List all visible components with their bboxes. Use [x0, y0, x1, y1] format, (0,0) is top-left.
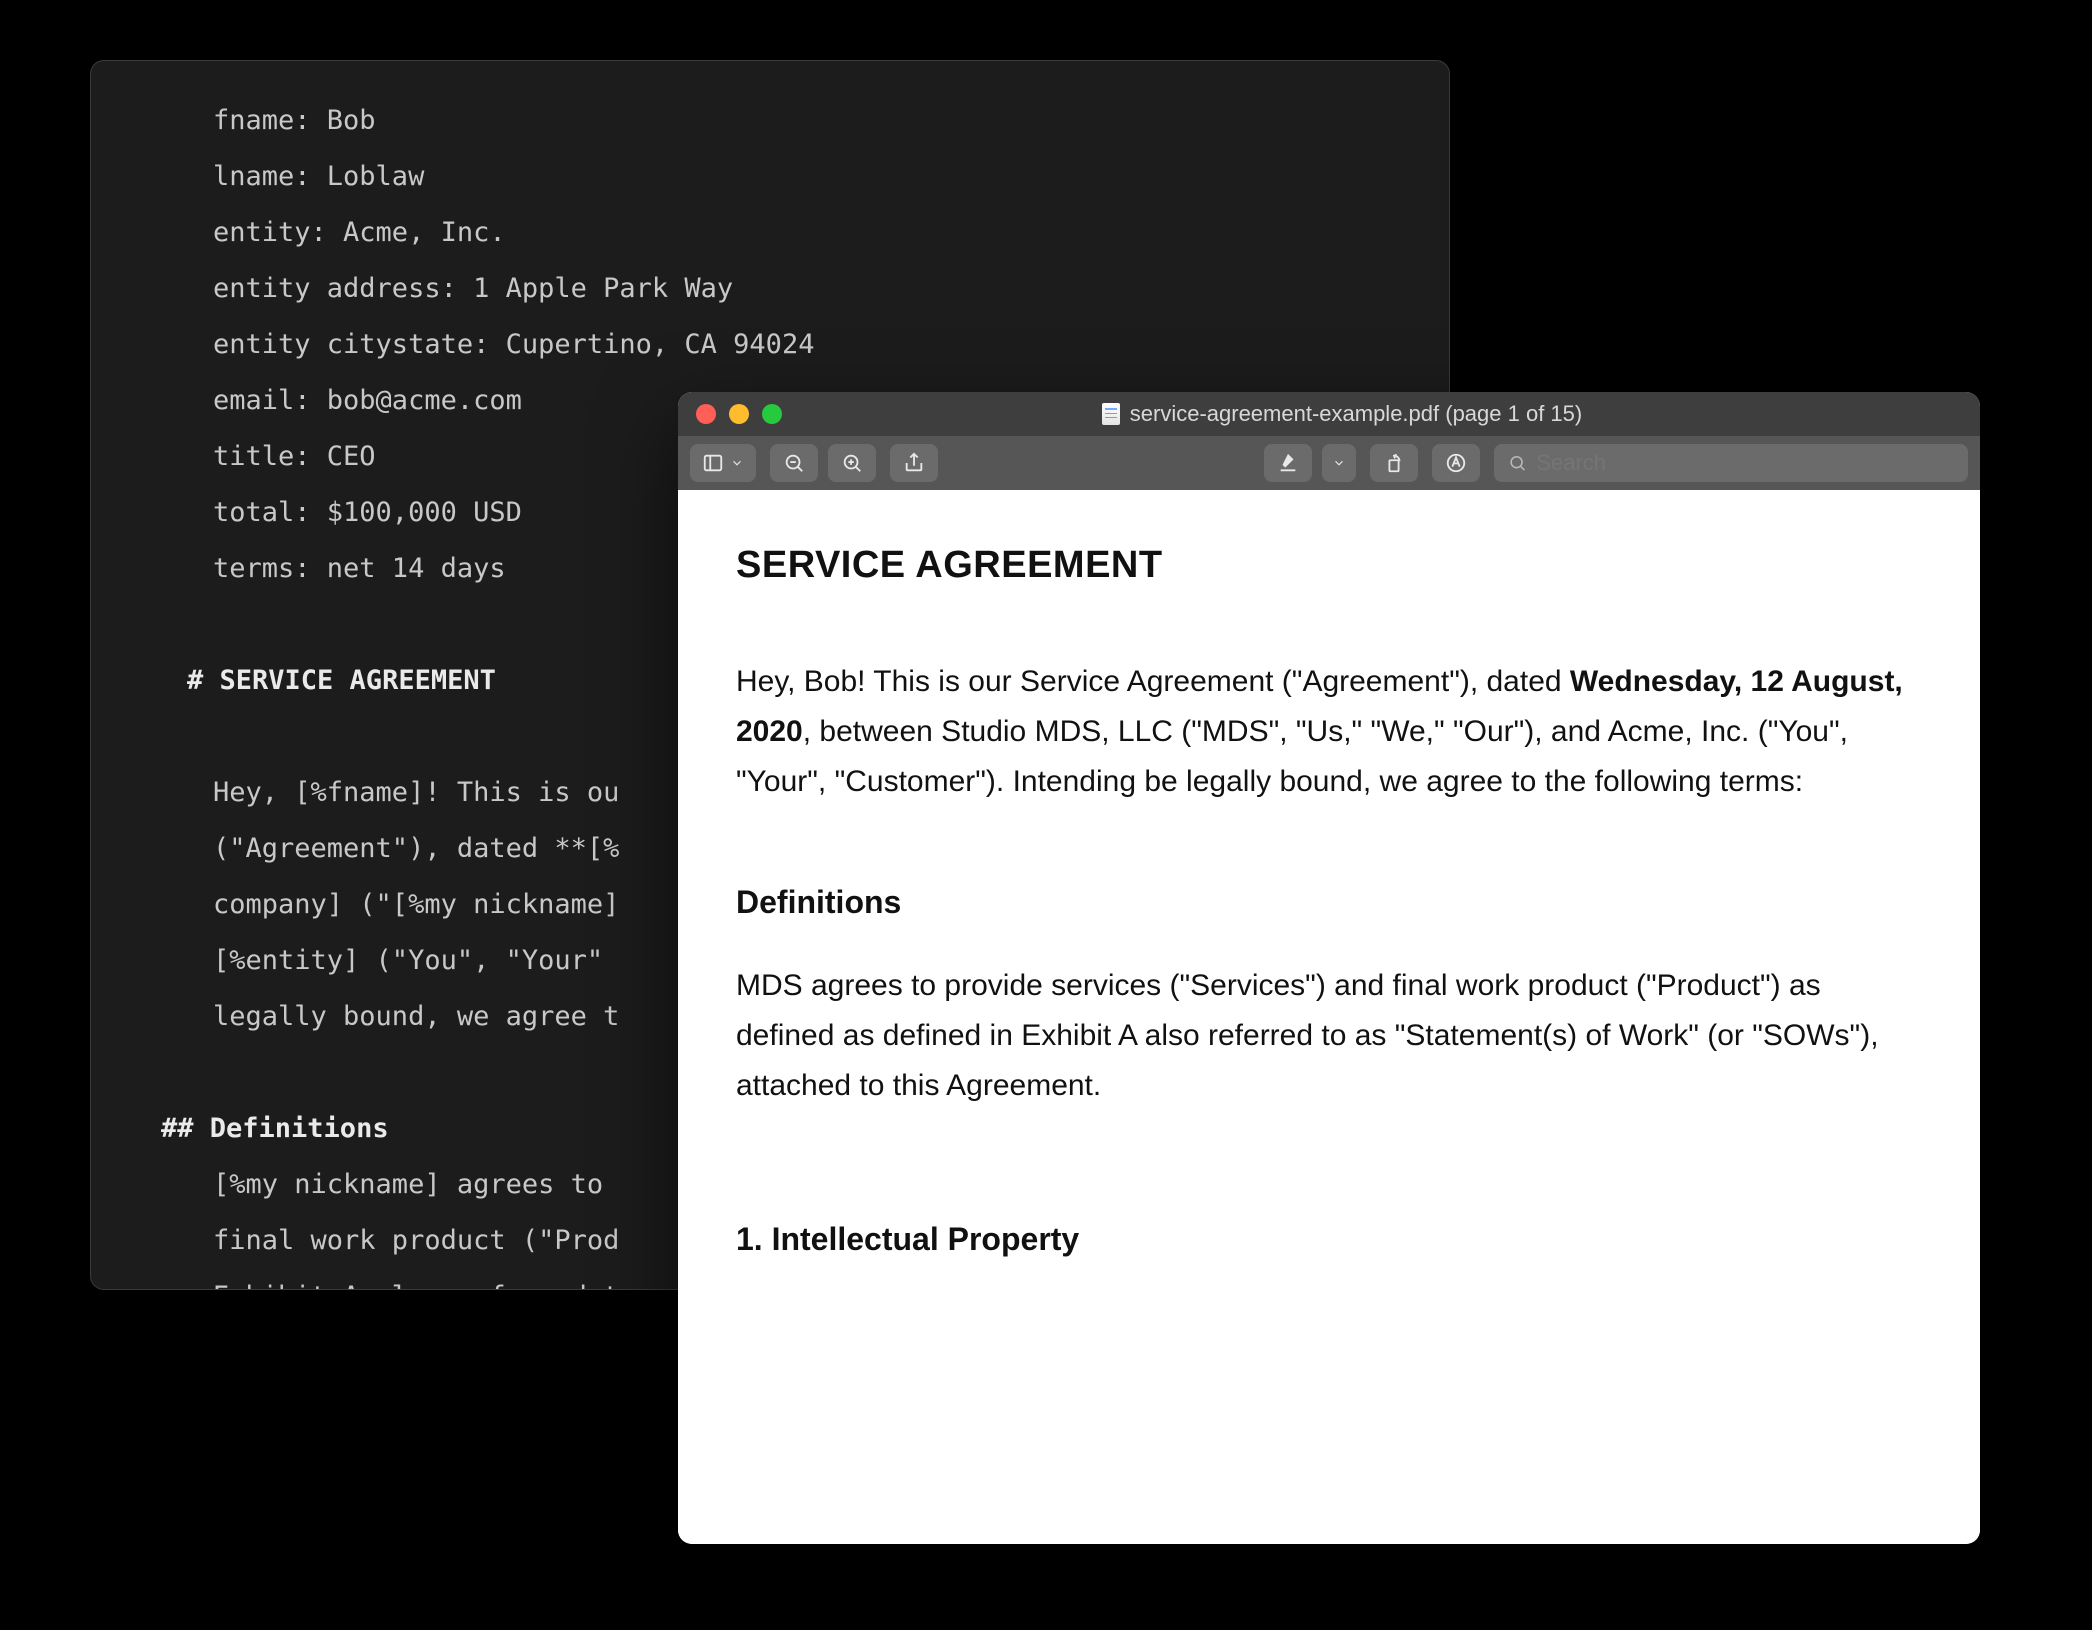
definitions-body: MDS agrees to provide services ("Service… — [736, 961, 1922, 1110]
chevron-down-icon — [1332, 456, 1346, 470]
intro-text-pre: Hey, Bob! This is our Service Agreement … — [736, 665, 1570, 698]
zoom-out-button[interactable] — [770, 444, 818, 482]
highlight-button[interactable] — [1264, 444, 1312, 482]
window-title: service-agreement-example.pdf (page 1 of… — [794, 401, 1890, 427]
doc-intro: Hey, Bob! This is our Service Agreement … — [736, 657, 1922, 806]
window-minimize-button[interactable] — [729, 404, 749, 424]
window-title-text: service-agreement-example.pdf (page 1 of… — [1130, 401, 1582, 427]
pdf-page-content: SERVICE AGREEMENT Hey, Bob! This is our … — [678, 490, 1980, 1544]
editor-line[interactable]: entity address: 1 Apple Park Way — [161, 261, 1379, 317]
window-close-button[interactable] — [696, 404, 716, 424]
doc-title: SERVICE AGREEMENT — [736, 544, 1922, 587]
editor-line[interactable]: lname: Loblaw — [161, 149, 1379, 205]
section1-heading: 1. Intellectual Property — [736, 1221, 1922, 1258]
intro-text-post: , between Studio MDS, LLC ("MDS", "Us," … — [736, 715, 1848, 798]
zoom-in-button[interactable] — [828, 444, 876, 482]
zoom-out-icon — [783, 452, 805, 474]
share-icon — [903, 452, 925, 474]
search-field[interactable] — [1494, 444, 1968, 482]
markup-icon — [1445, 452, 1467, 474]
highlight-menu-button[interactable] — [1322, 444, 1356, 482]
document-icon — [1102, 403, 1120, 425]
zoom-in-icon — [841, 452, 863, 474]
pdf-preview-window: service-agreement-example.pdf (page 1 of… — [678, 392, 1980, 1544]
sidebar-toggle-button[interactable] — [690, 444, 756, 482]
traffic-lights — [696, 404, 782, 424]
sidebar-icon — [702, 452, 724, 474]
search-input[interactable] — [1536, 450, 1954, 476]
window-maximize-button[interactable] — [762, 404, 782, 424]
rotate-icon — [1383, 452, 1405, 474]
editor-line[interactable]: entity: Acme, Inc. — [161, 205, 1379, 261]
search-icon — [1508, 453, 1527, 473]
window-titlebar: service-agreement-example.pdf (page 1 of… — [678, 392, 1980, 436]
highlight-icon — [1277, 452, 1299, 474]
preview-toolbar — [678, 436, 1980, 490]
editor-line[interactable]: fname: Bob — [161, 93, 1379, 149]
definitions-heading: Definitions — [736, 884, 1922, 921]
editor-line[interactable]: entity citystate: Cupertino, CA 94024 — [161, 317, 1379, 373]
rotate-button[interactable] — [1370, 444, 1418, 482]
markup-button[interactable] — [1432, 444, 1480, 482]
share-button[interactable] — [890, 444, 938, 482]
chevron-down-icon — [730, 456, 744, 470]
